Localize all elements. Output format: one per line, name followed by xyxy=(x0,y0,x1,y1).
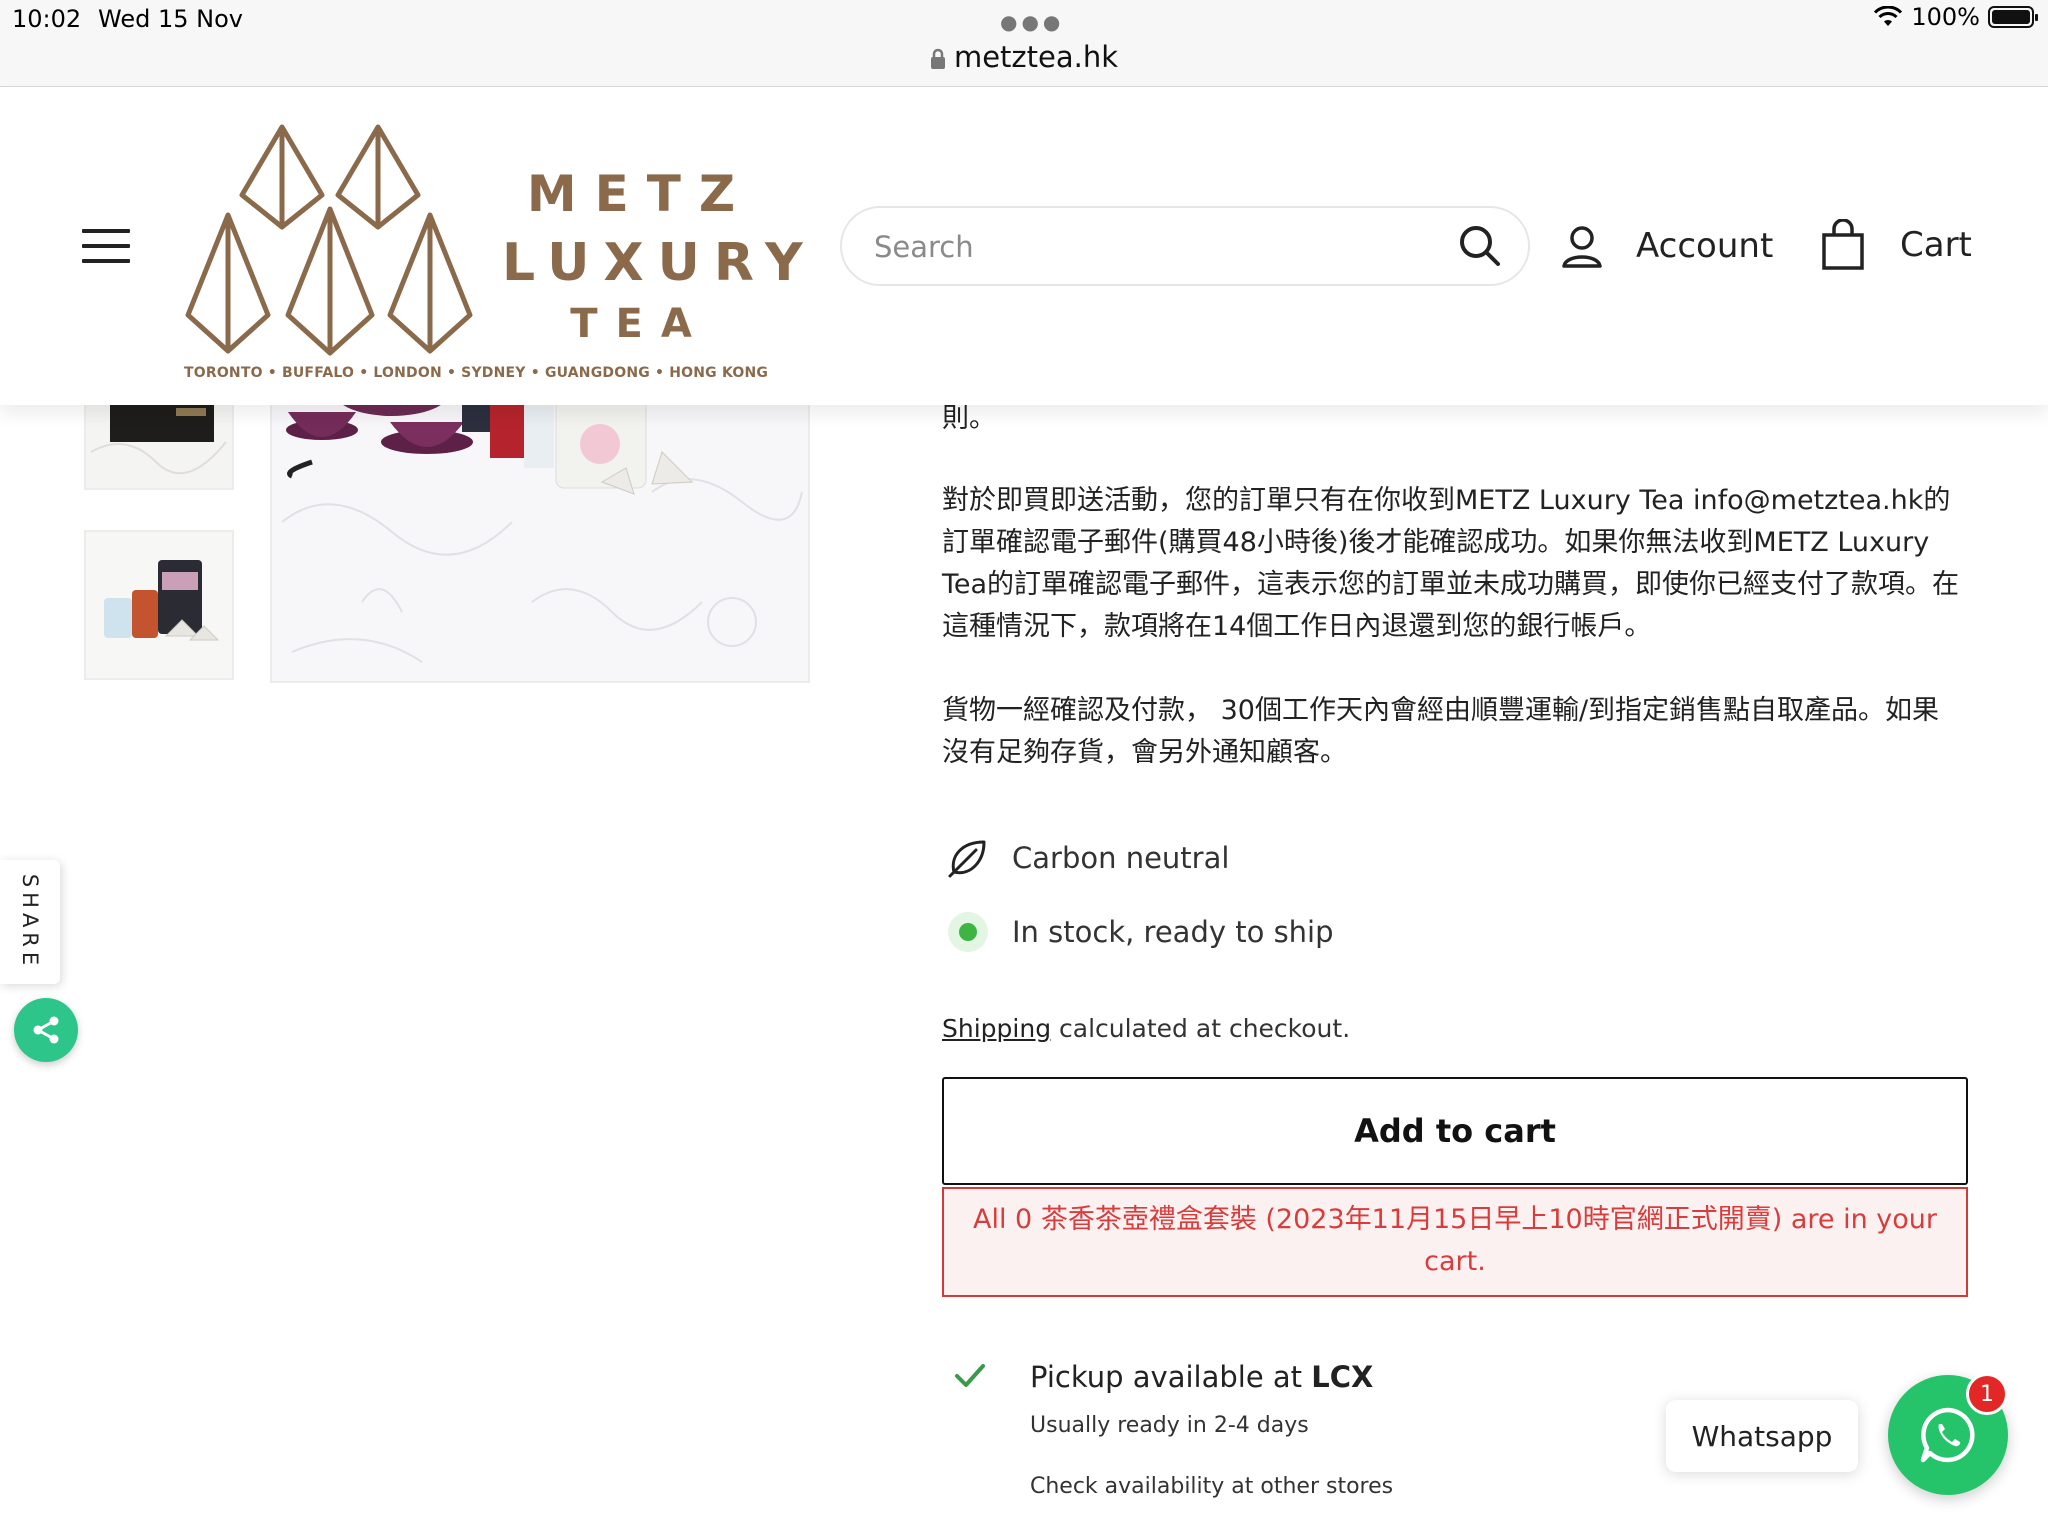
share-tab[interactable]: SHARE xyxy=(0,860,60,984)
status-bar: 10:02 Wed 15 Nov ●●● 100% metztea.hk xyxy=(0,0,2048,87)
share-label: SHARE xyxy=(18,873,42,971)
logo-tagline: TORONTO • BUFFALO • LONDON • SYDNEY • GU… xyxy=(184,365,769,381)
pickup-prefix: Pickup available at xyxy=(1030,1360,1312,1394)
wifi-icon xyxy=(1874,6,1903,26)
check-other-stores-link[interactable]: Check availability at other stores xyxy=(1030,1474,1393,1499)
status-indicators: 100% xyxy=(1873,3,2038,31)
shipping-note: Shipping calculated at checkout. xyxy=(942,1014,1350,1043)
shopping-bag-icon xyxy=(1822,219,1864,270)
account-link[interactable]: Account xyxy=(1560,221,1773,271)
notification-badge: 1 xyxy=(1966,1373,2008,1415)
in-stock-dot-icon xyxy=(942,906,994,958)
logo-word-tea: TEA xyxy=(570,301,710,347)
check-icon xyxy=(955,1364,985,1387)
search-icon[interactable] xyxy=(1456,222,1504,270)
product-thumbnail[interactable] xyxy=(84,530,234,680)
logo-pyramids-icon xyxy=(185,124,473,356)
cart-link[interactable]: Cart xyxy=(1820,217,1972,273)
cart-error-message: All 0 茶香茶壺禮盒套裝 (2023年11月15日早上10時官網正式開賣) … xyxy=(942,1187,1968,1297)
product-main-image[interactable] xyxy=(270,370,810,683)
feature-text: Carbon neutral xyxy=(1012,841,1230,875)
whatsapp-icon xyxy=(1920,1407,1975,1463)
feature-text: In stock, ready to ship xyxy=(1012,915,1334,949)
lock-icon xyxy=(930,48,945,69)
logo-word-metz: METZ xyxy=(526,165,754,223)
pickup-ready-time: Usually ready in 2-4 days xyxy=(1030,1413,1309,1438)
add-to-cart-button[interactable]: Add to cart xyxy=(942,1077,1968,1185)
whatsapp-label[interactable]: Whatsapp xyxy=(1666,1400,1858,1472)
site-logo[interactable]: METZ LUXURY TEA TORONTO • BUFFALO • LOND… xyxy=(180,115,817,385)
pickup-store: LCX xyxy=(1311,1360,1374,1394)
description-paragraph: 對於即買即送活動，您的訂單只有在你收到METZ Luxury Tea info@… xyxy=(942,485,1960,642)
battery-icon xyxy=(1988,6,2038,28)
feature-in-stock: In stock, ready to ship xyxy=(942,906,1334,958)
shipping-note-text: calculated at checkout. xyxy=(1051,1014,1351,1043)
pickup-availability: Pickup available at LCX xyxy=(1030,1360,1373,1394)
status-date: Wed 15 Nov xyxy=(98,5,243,33)
thumbnail-image xyxy=(86,532,232,678)
description-paragraph: 貨物一經確認及付款， 30個工作天內會經由順豐運輸/到指定銷售點自取產品。如果沒… xyxy=(942,695,1940,768)
site-header: METZ LUXURY TEA TORONTO • BUFFALO • LOND… xyxy=(0,87,2048,405)
menu-icon[interactable] xyxy=(82,229,132,263)
share-icon xyxy=(33,1016,59,1044)
share-button[interactable] xyxy=(14,998,78,1062)
battery-percent: 100% xyxy=(1911,3,1980,31)
shipping-link[interactable]: Shipping xyxy=(942,1014,1051,1043)
search-input[interactable] xyxy=(872,222,1436,272)
cart-label: Cart xyxy=(1900,225,1972,265)
product-photo xyxy=(272,372,808,681)
multitasking-dots-icon[interactable]: ●●● xyxy=(1000,10,1064,34)
leaf-icon xyxy=(942,832,994,884)
search-box[interactable] xyxy=(840,206,1530,286)
account-label: Account xyxy=(1636,226,1774,266)
address-bar[interactable]: metztea.hk xyxy=(0,40,2048,74)
url-text: metztea.hk xyxy=(953,40,1119,74)
status-time: 10:02 xyxy=(12,5,82,33)
feature-carbon-neutral: Carbon neutral xyxy=(942,832,1229,884)
logo-word-luxury: LUXURY xyxy=(502,233,817,293)
user-icon xyxy=(1562,226,1602,268)
